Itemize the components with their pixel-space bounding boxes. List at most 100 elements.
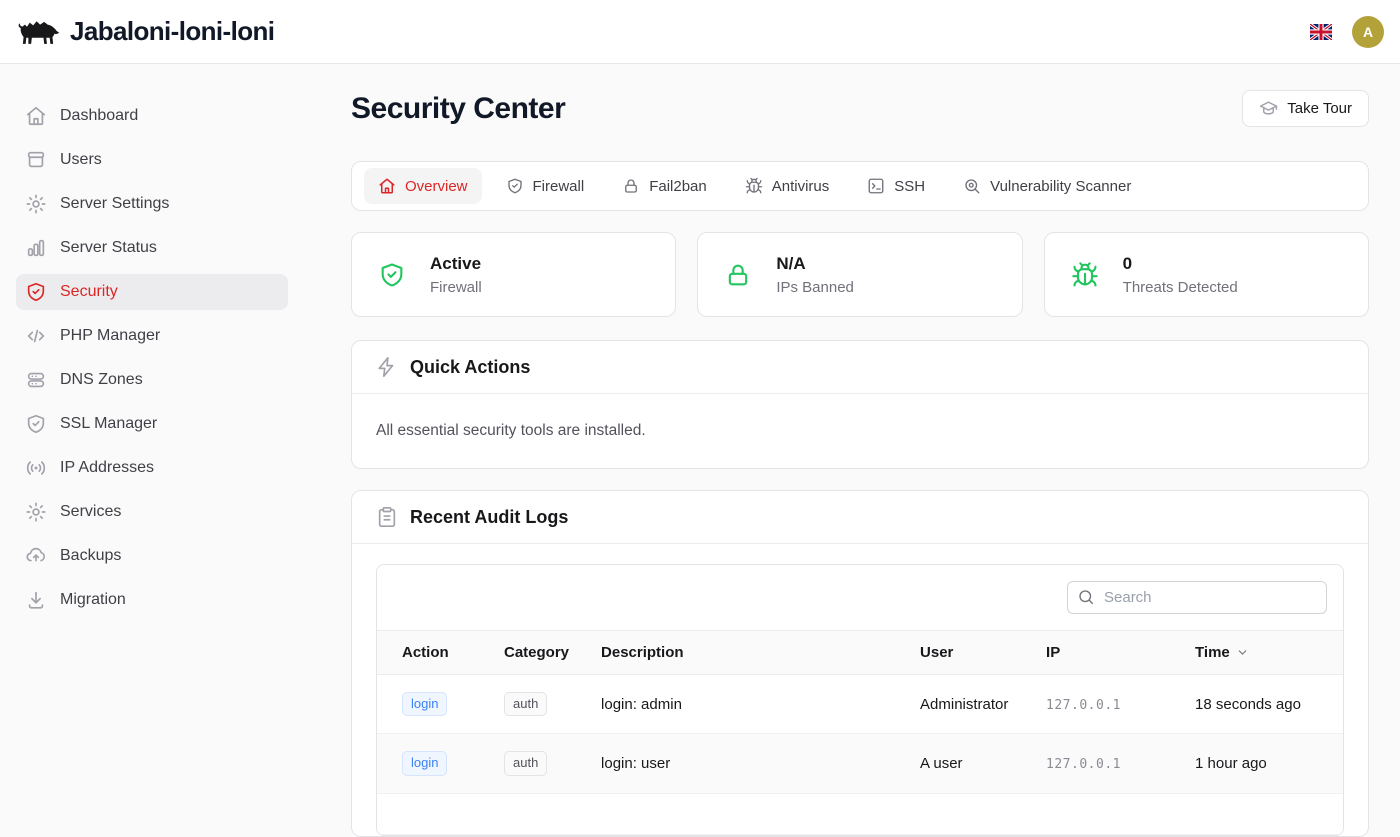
- sidebar-item-label: PHP Manager: [60, 327, 160, 345]
- tab-label: Overview: [405, 178, 468, 195]
- column-header-user: User: [904, 631, 1030, 675]
- audit-table: Action Category Description User IP Time: [377, 630, 1343, 835]
- broadcast-icon: [24, 456, 48, 480]
- sidebar-item-security[interactable]: Security: [16, 274, 288, 310]
- sidebar-item-server-status[interactable]: Server Status: [16, 230, 288, 266]
- sidebar-item-dns-zones[interactable]: DNS Zones: [16, 362, 288, 398]
- sidebar-item-label: IP Addresses: [60, 459, 154, 477]
- scan-search-icon: [963, 177, 981, 195]
- action-cell: login: [377, 734, 488, 793]
- sidebar-item-label: Server Settings: [60, 195, 169, 213]
- take-tour-label: Take Tour: [1287, 100, 1352, 117]
- tab-vulnerability-scanner[interactable]: Vulnerability Scanner: [949, 168, 1145, 204]
- tab-label: Antivirus: [772, 178, 830, 195]
- shield-check-icon: [24, 280, 48, 304]
- bug-icon: [1071, 261, 1099, 289]
- sidebar-item-dashboard[interactable]: Dashboard: [16, 98, 288, 134]
- lock-icon: [724, 261, 752, 289]
- sidebar-item-label: Dashboard: [60, 107, 138, 125]
- top-bar: Jabaloni-loni-loni A: [0, 0, 1400, 64]
- action-cell: login: [377, 675, 488, 734]
- stat-text: 0 Threats Detected: [1123, 254, 1238, 296]
- sidebar-item-ip-addresses[interactable]: IP Addresses: [16, 450, 288, 486]
- stat-label: Threats Detected: [1123, 279, 1238, 296]
- take-tour-button[interactable]: Take Tour: [1242, 90, 1369, 127]
- category-cell: auth: [488, 734, 585, 793]
- table-header-row: Action Category Description User IP Time: [377, 631, 1343, 675]
- tab-fail2ban[interactable]: Fail2ban: [608, 168, 721, 204]
- tab-label: SSH: [894, 178, 925, 195]
- sidebar-item-label: Services: [60, 503, 121, 521]
- sidebar-item-migration[interactable]: Migration: [16, 582, 288, 618]
- gear-icon: [24, 500, 48, 524]
- column-header-time[interactable]: Time: [1179, 631, 1343, 675]
- audit-logs-header: Recent Audit Logs: [352, 491, 1368, 544]
- stat-value: Active: [430, 254, 482, 274]
- table-toolbar: [377, 565, 1343, 630]
- audit-logs-section: Recent Audit Logs: [351, 490, 1369, 837]
- audit-logs-body: Action Category Description User IP Time: [352, 544, 1368, 836]
- column-header-ip: IP: [1030, 631, 1179, 675]
- time-cell: 1 hour ago: [1179, 734, 1343, 793]
- column-header-time-label: Time: [1195, 644, 1230, 661]
- tab-antivirus[interactable]: Antivirus: [731, 168, 844, 204]
- stat-label: IPs Banned: [776, 279, 854, 296]
- stat-card-firewall: Active Firewall: [351, 232, 676, 317]
- sidebar-item-label: Backups: [60, 547, 121, 565]
- ip-cell: 127.0.0.1: [1030, 734, 1179, 793]
- sidebar-item-users[interactable]: Users: [16, 142, 288, 178]
- security-tabs: Overview Firewall Fail2ban Antivirus: [351, 161, 1369, 211]
- column-header-action: Action: [377, 631, 488, 675]
- section-title: Recent Audit Logs: [410, 507, 568, 528]
- column-header-description: Description: [585, 631, 904, 675]
- stat-label: Firewall: [430, 279, 482, 296]
- stat-text: N/A IPs Banned: [776, 254, 854, 296]
- stat-card-threats: 0 Threats Detected: [1044, 232, 1369, 317]
- boar-logo-icon: [16, 16, 60, 47]
- quick-actions-message: All essential security tools are install…: [352, 394, 1368, 468]
- tab-firewall[interactable]: Firewall: [492, 168, 599, 204]
- shield-check-icon: [506, 177, 524, 195]
- sidebar-item-ssl-manager[interactable]: SSL Manager: [16, 406, 288, 442]
- search-input[interactable]: [1067, 581, 1327, 614]
- top-right-controls: A: [1310, 16, 1384, 48]
- sidebar: Dashboard Users Server Settings Server S…: [0, 64, 304, 626]
- action-badge: login: [402, 692, 447, 716]
- home-icon: [378, 177, 396, 195]
- tab-ssh[interactable]: SSH: [853, 168, 939, 204]
- shield-check-icon: [24, 412, 48, 436]
- home-icon: [24, 104, 48, 128]
- status-cards: Active Firewall N/A IPs Banned 0: [351, 232, 1369, 317]
- stat-text: Active Firewall: [430, 254, 482, 296]
- tab-overview[interactable]: Overview: [364, 168, 482, 204]
- stat-value: 0: [1123, 254, 1238, 274]
- action-badge: login: [402, 751, 447, 775]
- lightning-icon: [376, 356, 398, 378]
- sidebar-item-label: SSL Manager: [60, 415, 157, 433]
- clipped-row: [377, 793, 1343, 834]
- sidebar-item-services[interactable]: Services: [16, 494, 288, 530]
- table-row: login auth login: user A user 127.0.0.1 …: [377, 734, 1343, 793]
- bar-chart-icon: [24, 236, 48, 260]
- sidebar-item-label: Users: [60, 151, 102, 169]
- gear-icon: [24, 192, 48, 216]
- audit-table-card: Action Category Description User IP Time: [376, 564, 1344, 836]
- sidebar-item-label: Security: [60, 283, 118, 301]
- sidebar-item-server-settings[interactable]: Server Settings: [16, 186, 288, 222]
- ip-value: 127.0.0.1: [1046, 757, 1121, 772]
- description-cell: login: admin: [585, 675, 904, 734]
- download-icon: [24, 588, 48, 612]
- server-stack-icon: [24, 368, 48, 392]
- ip-cell: 127.0.0.1: [1030, 675, 1179, 734]
- avatar[interactable]: A: [1352, 16, 1384, 48]
- stat-value: N/A: [776, 254, 854, 274]
- sidebar-item-backups[interactable]: Backups: [16, 538, 288, 574]
- column-header-category: Category: [488, 631, 585, 675]
- category-cell: auth: [488, 675, 585, 734]
- code-icon: [24, 324, 48, 348]
- language-button[interactable]: [1310, 24, 1332, 40]
- page-layout: Dashboard Users Server Settings Server S…: [0, 64, 1400, 837]
- tab-label: Vulnerability Scanner: [990, 178, 1131, 195]
- cloud-upload-icon: [24, 544, 48, 568]
- sidebar-item-php-manager[interactable]: PHP Manager: [16, 318, 288, 354]
